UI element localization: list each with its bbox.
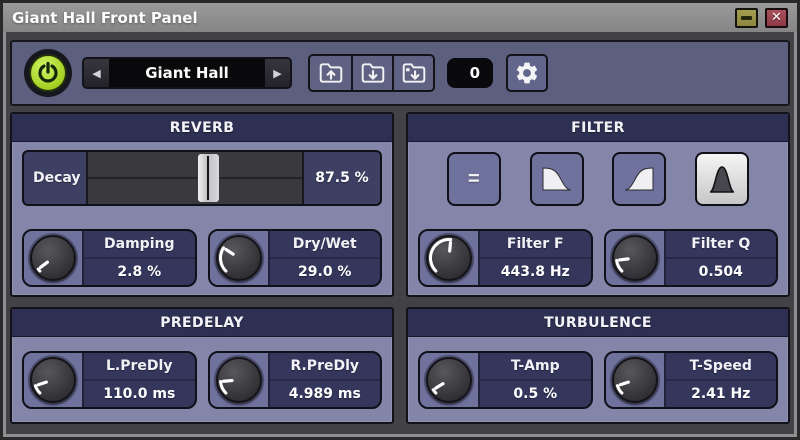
knob-info: Damping 2.8 % [84, 231, 195, 285]
filter-q-knob[interactable] [612, 235, 658, 281]
plugin-window: Giant Hall Front Panel ✕ ◀ [0, 0, 800, 440]
damping-knob-value: 2.8 % [84, 259, 195, 285]
r-predelay-knob[interactable] [216, 357, 262, 403]
t-speed-knob[interactable] [612, 357, 658, 403]
preset-selector: ◀ Giant Hall ▶ [82, 57, 292, 89]
filter-type-bypass-button[interactable]: = [447, 152, 501, 206]
t-speed-knob-control: T-Speed 2.41 Hz [604, 351, 779, 409]
folder-down-arrow-icon [360, 61, 386, 85]
l-predelay-knob[interactable] [30, 357, 76, 403]
right-arrow-icon: ▶ [273, 67, 281, 80]
toolbar: ◀ Giant Hall ▶ [10, 40, 790, 106]
t-speed-knob-label: T-Speed [666, 353, 777, 381]
turbulence-section-title: TURBULENCE [408, 309, 788, 337]
filter-q-knob-label: Filter Q [666, 231, 777, 259]
t-amp-knob-control: T-Amp 0.5 % [418, 351, 593, 409]
damping-knob-label: Damping [84, 231, 195, 259]
folder-up-arrow-icon [318, 61, 344, 85]
r-predelay-knob-value: 4.989 ms [270, 381, 381, 407]
knob-cell [24, 353, 84, 407]
preset-file-buttons [308, 54, 435, 92]
decay-slider-control: Decay 87.5 % [22, 150, 382, 206]
t-amp-knob-label: T-Amp [480, 353, 591, 381]
preset-number-display[interactable]: 0 [447, 58, 493, 88]
filter-f-knob-label: Filter F [480, 231, 591, 259]
damping-knob-control: Damping 2.8 % [22, 229, 197, 287]
decay-slider-value: 87.5 % [304, 152, 380, 204]
l-predelay-knob-label: L.PreDly [84, 353, 195, 381]
knob-info: Filter Q 0.504 [666, 231, 777, 285]
settings-button[interactable] [506, 54, 548, 92]
knob-cell [24, 231, 84, 285]
save-preset-as-button[interactable] [392, 56, 433, 90]
filter-f-knob-value: 443.8 Hz [480, 259, 591, 285]
knob-info: R.PreDly 4.989 ms [270, 353, 381, 407]
knob-cell [210, 353, 270, 407]
left-arrow-icon: ◀ [92, 67, 100, 80]
filter-f-knob[interactable] [426, 235, 472, 281]
r-predelay-knob-label: R.PreDly [270, 353, 381, 381]
filter-f-knob-control: Filter F 443.8 Hz [418, 229, 593, 287]
knob-info: T-Speed 2.41 Hz [666, 353, 777, 407]
decay-slider-track[interactable] [86, 152, 304, 204]
decay-slider-label: Decay [24, 152, 86, 204]
preset-prev-button[interactable]: ◀ [84, 59, 111, 87]
lowpass-curve-icon [540, 163, 574, 195]
preset-next-button[interactable]: ▶ [263, 59, 290, 87]
close-button[interactable]: ✕ [765, 8, 788, 28]
equals-icon: = [468, 168, 480, 191]
load-preset-button[interactable] [310, 56, 351, 90]
plugin-content: ◀ Giant Hall ▶ [3, 32, 797, 437]
drywet-knob-value: 29.0 % [270, 259, 381, 285]
power-icon [29, 54, 67, 92]
filter-type-buttons: = [418, 150, 778, 208]
filter-q-knob-control: Filter Q 0.504 [604, 229, 779, 287]
filter-type-lowpass-button[interactable] [530, 152, 584, 206]
filter-type-highpass-button[interactable] [612, 152, 666, 206]
drywet-knob-label: Dry/Wet [270, 231, 381, 259]
knob-info: Dry/Wet 29.0 % [270, 231, 381, 285]
reverb-section: REVERB Decay 87.5 % [10, 112, 394, 297]
filter-section-title: FILTER [408, 114, 788, 142]
highpass-curve-icon [622, 163, 656, 195]
knob-cell [606, 231, 666, 285]
bandpass-curve-icon [705, 163, 739, 195]
knob-info: L.PreDly 110.0 ms [84, 353, 195, 407]
filter-section: FILTER = [406, 112, 790, 297]
filter-type-bandpass-button[interactable] [695, 152, 749, 206]
drywet-knob-control: Dry/Wet 29.0 % [208, 229, 383, 287]
preset-name-display[interactable]: Giant Hall [111, 59, 263, 87]
save-preset-button[interactable] [351, 56, 392, 90]
x-icon: ✕ [771, 11, 782, 24]
knob-cell [210, 231, 270, 285]
filter-q-knob-value: 0.504 [666, 259, 777, 285]
t-amp-knob-value: 0.5 % [480, 381, 591, 407]
predelay-section: PREDELAY L.PreDly 110.0 ms [10, 307, 394, 424]
damping-knob[interactable] [30, 235, 76, 281]
l-predelay-knob-control: L.PreDly 110.0 ms [22, 351, 197, 409]
decay-slider-handle[interactable] [197, 153, 220, 203]
minimize-button[interactable] [735, 8, 758, 28]
predelay-section-title: PREDELAY [12, 309, 392, 337]
sections-grid: REVERB Decay 87.5 % [10, 112, 790, 424]
window-title: Giant Hall Front Panel [12, 9, 728, 27]
l-predelay-knob-value: 110.0 ms [84, 381, 195, 407]
t-amp-knob[interactable] [426, 357, 472, 403]
knob-info: T-Amp 0.5 % [480, 353, 591, 407]
folder-down-arrow-plus-icon [401, 61, 427, 85]
knob-info: Filter F 443.8 Hz [480, 231, 591, 285]
reverb-section-title: REVERB [12, 114, 392, 142]
knob-cell [420, 353, 480, 407]
knob-cell [606, 353, 666, 407]
titlebar[interactable]: Giant Hall Front Panel ✕ [3, 3, 797, 32]
r-predelay-knob-control: R.PreDly 4.989 ms [208, 351, 383, 409]
drywet-knob[interactable] [216, 235, 262, 281]
gear-icon [514, 60, 540, 86]
minus-icon [741, 16, 752, 20]
turbulence-section: TURBULENCE T-Amp 0.5 % [406, 307, 790, 424]
knob-cell [420, 231, 480, 285]
t-speed-knob-value: 2.41 Hz [666, 381, 777, 407]
power-button[interactable] [24, 49, 72, 97]
